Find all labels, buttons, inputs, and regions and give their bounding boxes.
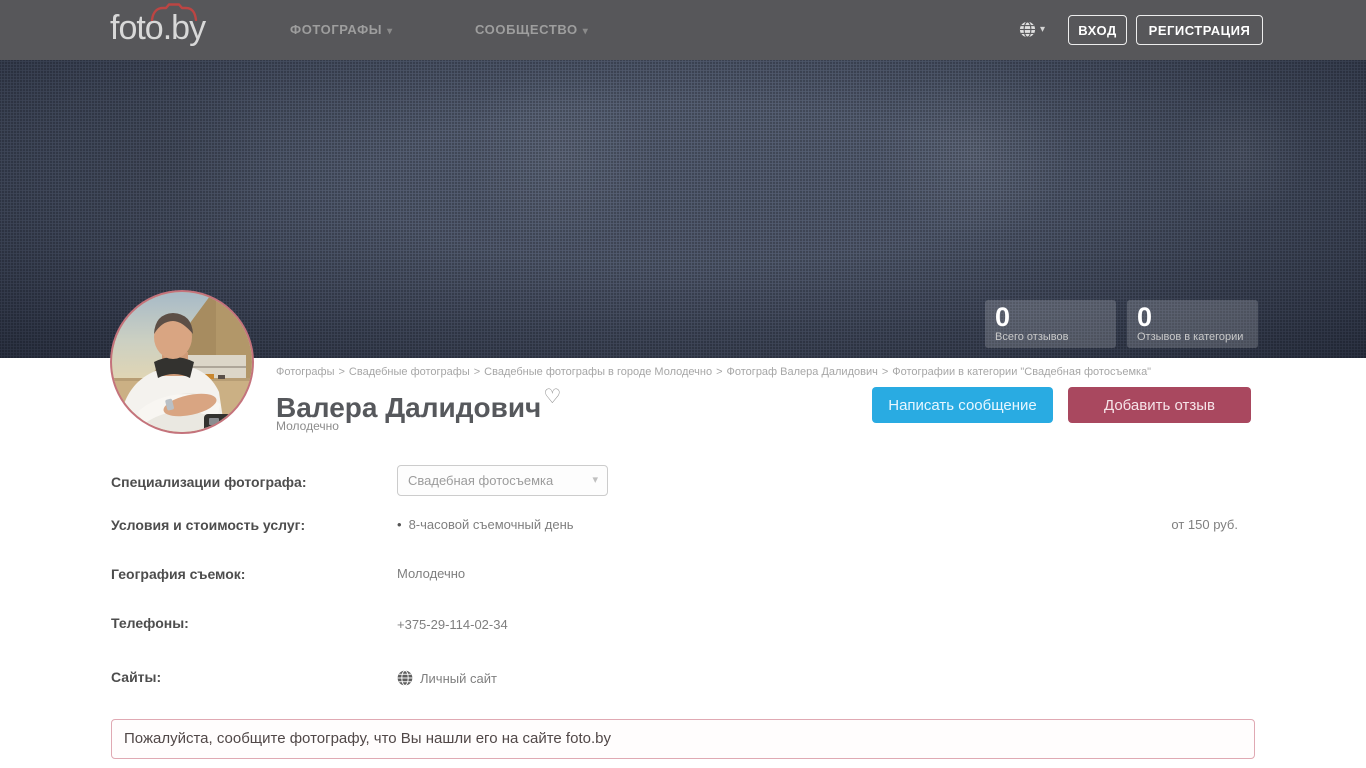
notice-banner: Пожалуйста, сообщите фотографу, что Вы н… xyxy=(111,719,1255,759)
stat-total-reviews: 0 Всего отзывов xyxy=(985,300,1116,348)
breadcrumb-separator: > xyxy=(716,366,723,378)
logo[interactable]: foto.by xyxy=(110,3,206,51)
breadcrumb-item[interactable]: Фотографии в категории "Свадебная фотосъ… xyxy=(892,366,1151,378)
phones-label: Телефоны: xyxy=(111,615,189,631)
specialization-selected-value: Свадебная фотосъемка xyxy=(408,473,554,488)
photographer-city: Молодечно xyxy=(276,419,339,433)
breadcrumb-item[interactable]: Свадебные фотографы в городе Молодечно xyxy=(484,366,712,378)
nav-item-photographers[interactable]: ФОТОГРАФЫ ▾ xyxy=(290,0,393,60)
breadcrumb-item[interactable]: Фотографы xyxy=(276,366,334,378)
add-review-button[interactable]: Добавить отзыв xyxy=(1068,387,1251,423)
chevron-down-icon: ▾ xyxy=(592,474,598,486)
terms-price: от 150 руб. xyxy=(1171,517,1238,532)
stat-label: Отзывов в категории xyxy=(1137,331,1244,343)
globe-icon xyxy=(1019,21,1036,38)
breadcrumb-item[interactable]: Фотограф Валера Далидович xyxy=(727,366,878,378)
terms-item: • 8-часовой съемочный день xyxy=(397,517,574,532)
stat-label: Всего отзывов xyxy=(995,331,1069,343)
geography-value: Молодечно xyxy=(397,566,466,581)
page: foto.by ФОТОГРАФЫ ▾ СООБЩЕСТВО ▾ ▾ ВХОД РЕ… xyxy=(0,0,1366,768)
send-message-button[interactable]: Написать сообщение xyxy=(872,387,1053,423)
login-button[interactable]: ВХОД xyxy=(1068,15,1127,45)
review-stats: 0 Всего отзывов 0 Отзывов в категории xyxy=(985,300,1258,348)
nav-item-label: СООБЩЕСТВО xyxy=(475,22,578,37)
avatar-photo xyxy=(112,292,252,432)
phone-number: +375-29-114-02-34 xyxy=(397,617,508,632)
bullet-icon: • xyxy=(397,517,402,532)
register-button[interactable]: РЕГИСТРАЦИЯ xyxy=(1136,15,1263,45)
breadcrumb-item[interactable]: Свадебные фотографы xyxy=(349,366,470,378)
personal-site-label: Личный сайт xyxy=(420,670,497,686)
navbar: foto.by ФОТОГРАФЫ ▾ СООБЩЕСТВО ▾ ▾ ВХОД РЕ… xyxy=(0,0,1366,60)
favorite-heart-icon[interactable]: ♡ xyxy=(543,386,561,408)
avatar[interactable] xyxy=(110,290,254,434)
personal-site-link[interactable]: Личный сайт xyxy=(397,670,497,686)
breadcrumb-separator: > xyxy=(473,366,481,378)
breadcrumb-separator: > xyxy=(338,366,345,378)
nav-item-community[interactable]: СООБЩЕСТВО ▾ xyxy=(475,0,588,60)
language-selector[interactable]: ▾ xyxy=(1019,0,1045,60)
breadcrumb: Фотографы > Свадебные фотографы > Свадебные … xyxy=(276,366,1256,378)
breadcrumb-separator: > xyxy=(881,366,889,378)
camera-icon xyxy=(150,3,198,21)
page-title: Валера Далидович ♡ xyxy=(276,384,561,424)
chevron-down-icon: ▾ xyxy=(387,26,393,37)
globe-icon xyxy=(397,670,413,686)
nav-item-label: ФОТОГРАФЫ xyxy=(290,22,383,37)
specializations-label: Специализации фотографа: xyxy=(111,474,307,490)
stat-value: 0 xyxy=(995,302,1011,332)
terms-label: Условия и стоимость услуг: xyxy=(111,517,306,533)
stat-category-reviews: 0 Отзывов в категории xyxy=(1127,300,1258,348)
sites-label: Сайты: xyxy=(111,669,162,685)
terms-item-text: 8-часовой съемочный день xyxy=(408,517,574,532)
specialization-select[interactable]: Свадебная фотосъемка ▾ xyxy=(397,465,608,496)
chevron-down-icon: ▾ xyxy=(582,26,589,37)
geography-label: География съемок: xyxy=(111,566,246,582)
stat-value: 0 xyxy=(1137,302,1153,332)
chevron-down-icon: ▾ xyxy=(1040,24,1046,35)
